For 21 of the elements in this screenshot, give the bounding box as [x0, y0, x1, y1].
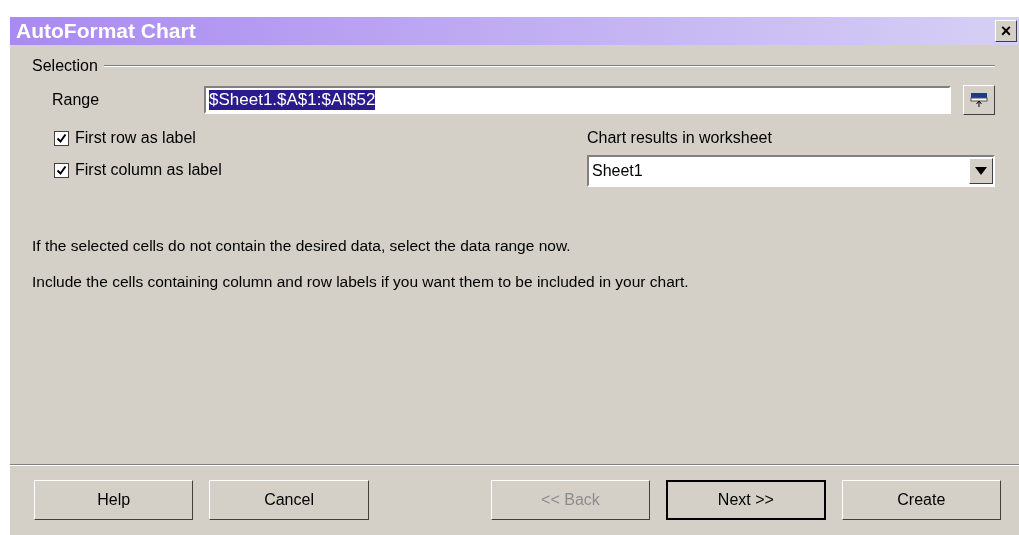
- field-label: Range: [52, 91, 101, 109]
- dialog-button[interactable]: Help: [34, 480, 194, 520]
- checkbox-label: First row as label: [75, 129, 196, 147]
- dialog-button[interactable]: Create: [841, 480, 1001, 520]
- hint-text: If the selected cells do not contain the desired data, select the data range now.: [32, 237, 572, 255]
- dropdown-value: Sheet1: [592, 162, 643, 180]
- close-button[interactable]: ×: [995, 20, 1017, 42]
- dialog-button[interactable]: Next >>: [666, 480, 826, 520]
- group-label: Selection: [32, 57, 98, 75]
- checkbox[interactable]: First row as label: [54, 129, 587, 147]
- hint-text: Include the cells containing column and row labels if you want them to be included in your chart.: [32, 273, 690, 291]
- worksheet-dropdown[interactable]: Sheet1: [587, 155, 995, 187]
- checkbox[interactable]: First column as label: [54, 161, 587, 179]
- dialog-button[interactable]: Cancel: [209, 480, 369, 520]
- checkbox-label: First column as label: [75, 161, 222, 179]
- field-value: $Sheet1.$A$1:$AI$52: [209, 90, 376, 110]
- window-title: AutoFormat Chart: [16, 19, 196, 43]
- field-label: Chart results in worksheet: [587, 129, 773, 147]
- shrink-button[interactable]: [963, 85, 995, 115]
- window-icon: [970, 92, 988, 108]
- range-field[interactable]: $Sheet1.$A$1:$AI$52: [204, 86, 951, 114]
